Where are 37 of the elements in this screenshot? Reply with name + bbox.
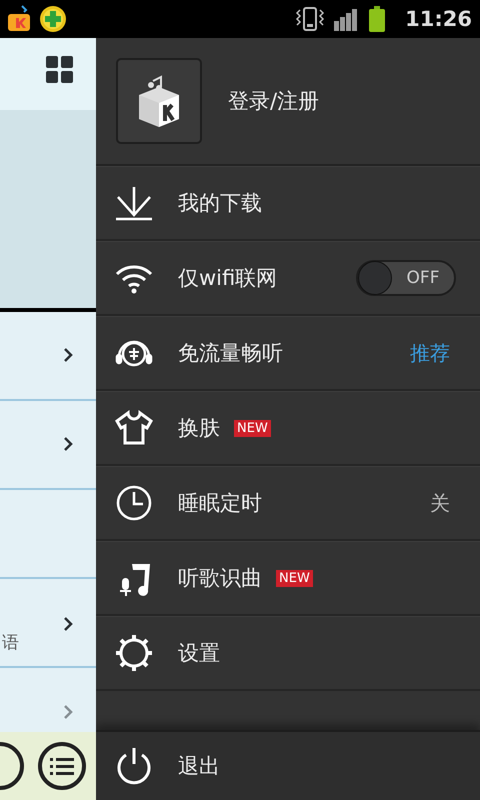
menu-label: 设置 xyxy=(178,640,220,667)
new-badge: NEW xyxy=(276,570,313,586)
new-badge: NEW xyxy=(234,420,271,436)
login-label: 登录/注册 xyxy=(228,88,320,115)
battery-icon xyxy=(367,6,388,32)
menu-label: 听歌识曲 xyxy=(178,565,262,592)
vibrate-icon xyxy=(295,5,326,33)
grid-icon[interactable] xyxy=(46,56,74,84)
menu-item[interactable]: 免流量畅听 推荐 xyxy=(96,316,480,391)
menu-label: 我的下载 xyxy=(178,190,262,217)
toggle-switch[interactable]: OFF xyxy=(356,260,456,296)
settings-icon xyxy=(114,633,154,673)
clock: 11:26 xyxy=(405,7,472,31)
plus-circle-icon xyxy=(38,4,68,34)
chevron-icon xyxy=(62,346,74,364)
list-icon[interactable] xyxy=(37,741,87,791)
exit-button[interactable]: 退出 xyxy=(96,730,480,800)
chevron-icon xyxy=(62,435,74,453)
menu-label: 免流量畅听 xyxy=(178,340,283,367)
menu-item[interactable]: 听歌识曲 NEW xyxy=(96,541,480,616)
menu-label: 仅wifi联网 xyxy=(178,265,278,292)
menu-item[interactable]: 设置 xyxy=(96,616,480,691)
menu-item[interactable]: 睡眠定时 关 xyxy=(96,466,480,541)
clock-icon xyxy=(114,483,154,523)
menu-label: 换肤 xyxy=(178,415,220,442)
menu-item[interactable]: 换肤 NEW xyxy=(96,391,480,466)
chevron-icon xyxy=(62,703,74,721)
menu-label: 睡眠定时 xyxy=(178,490,262,517)
signal-icon xyxy=(333,7,360,31)
item-value: 推荐 xyxy=(410,340,450,366)
circle-button-icon[interactable] xyxy=(0,741,26,791)
chevron-icon xyxy=(62,615,74,633)
menu-item[interactable]: 我的下载 xyxy=(96,166,480,241)
menu-item[interactable]: 仅wifi联网 OFF xyxy=(96,241,480,316)
item-value: 关 xyxy=(430,490,450,516)
account-row[interactable]: 登录/注册 xyxy=(96,38,480,166)
row-label: 语 xyxy=(2,632,19,654)
